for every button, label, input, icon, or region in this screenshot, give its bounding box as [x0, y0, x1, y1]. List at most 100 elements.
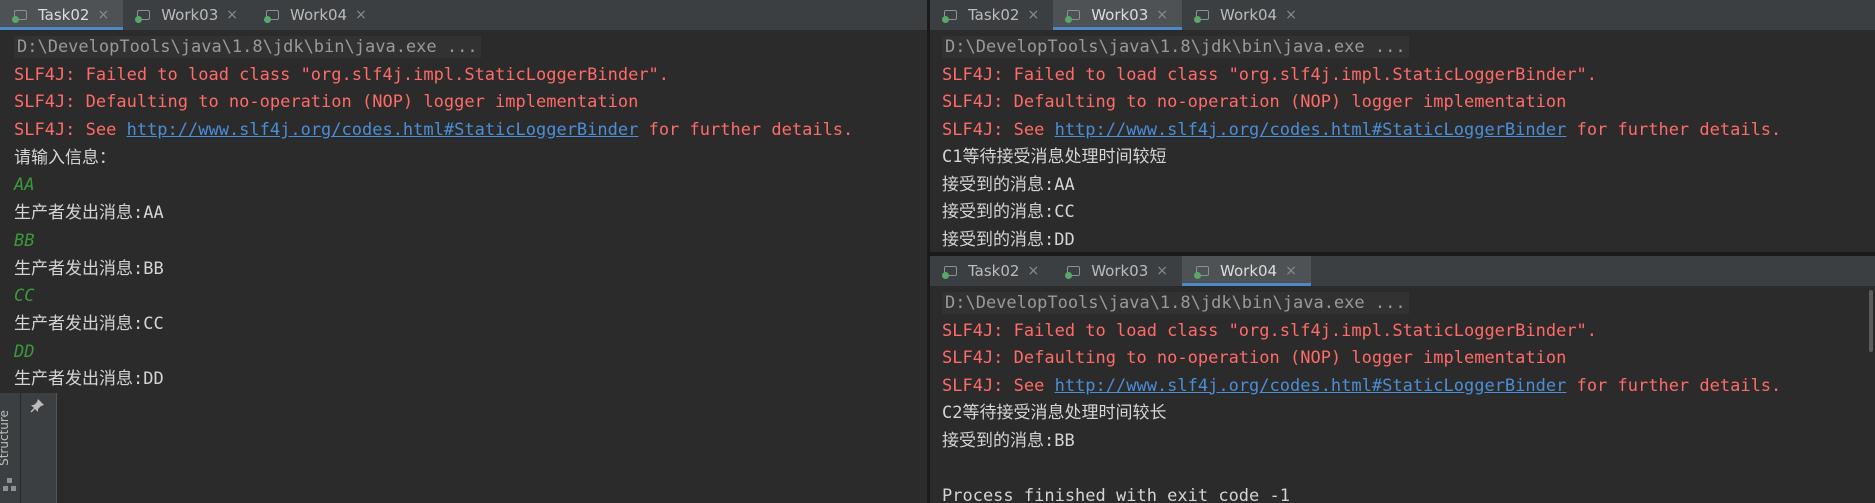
- left-run-tabbar: Task02 × Work03 × Work04 ×: [0, 0, 927, 31]
- structure-icon: [3, 478, 16, 492]
- close-icon[interactable]: ×: [355, 7, 367, 23]
- console-line: SLF4J: Defaulting to no-operation (NOP) …: [14, 89, 927, 117]
- console-link[interactable]: http://www.slf4j.org/codes.html#StaticLo…: [127, 120, 639, 140]
- console-output[interactable]: D:\DevelopTools\java\1.8\jdk\bin\java.ex…: [930, 31, 1875, 252]
- console-text: 请输入信息：: [14, 147, 116, 168]
- tab-task02[interactable]: Task02 ×: [930, 0, 1053, 30]
- structure-tool-button[interactable]: Structure: [0, 405, 20, 475]
- console-command: D:\DevelopTools\java\1.8\jdk\bin\java.ex…: [14, 36, 481, 58]
- console-error-text: SLF4J: Failed to load class "org.slf4j.i…: [942, 320, 1598, 341]
- console-text: for further details.: [1566, 119, 1782, 140]
- run-config-icon: [1194, 264, 1212, 279]
- console-text: C1等待接受消息处理时间较短: [942, 147, 1167, 167]
- tab-work04[interactable]: Work04 ×: [1182, 0, 1311, 30]
- console-text: 接受到的消息:AA: [942, 174, 1075, 195]
- tab-label: Work04: [290, 6, 348, 24]
- console-output[interactable]: D:\DevelopTools\java\1.8\jdk\bin\java.ex…: [930, 287, 1875, 503]
- right-bottom-run-pane: Task02 × Work03 × Work04 × D:\DevelopToo…: [930, 256, 1875, 503]
- run-config-icon: [1065, 8, 1083, 23]
- console-error-text: SLF4J: Defaulting to no-operation (NOP) …: [942, 348, 1567, 368]
- console-line: 请输入信息：: [14, 145, 927, 173]
- tab-label: Work03: [1091, 262, 1149, 280]
- run-config-icon: [942, 264, 960, 279]
- console-line: SLF4J: Failed to load class "org.slf4j.i…: [942, 318, 1875, 346]
- tab-label: Work04: [1220, 6, 1278, 24]
- right-top-run-pane: Task02 × Work03 × Work04 × D:\DevelopToo…: [930, 0, 1875, 252]
- console-line: SLF4J: See http://www.slf4j.org/codes.ht…: [14, 117, 927, 145]
- tab-work04[interactable]: Work04 ×: [1182, 256, 1311, 286]
- run-config-icon: [264, 8, 282, 23]
- pin-icon[interactable]: [29, 398, 45, 414]
- tab-task02[interactable]: Task02 ×: [930, 256, 1053, 286]
- console-command: D:\DevelopTools\java\1.8\jdk\bin\java.ex…: [942, 292, 1409, 314]
- console-text: 生产者发出消息:AA: [14, 203, 164, 224]
- console-error-text: SLF4J: Failed to load class "org.slf4j.i…: [14, 64, 670, 85]
- tab-label: Work03: [1091, 6, 1149, 24]
- close-icon[interactable]: ×: [97, 7, 109, 23]
- close-icon[interactable]: ×: [1285, 263, 1297, 279]
- console-text: 生产者发出消息:CC: [14, 313, 164, 334]
- console-line: D:\DevelopTools\java\1.8\jdk\bin\java.ex…: [14, 34, 927, 62]
- console-line: SLF4J: See http://www.slf4j.org/codes.ht…: [942, 373, 1875, 401]
- right-bottom-run-tabbar: Task02 × Work03 × Work04 ×: [930, 256, 1875, 287]
- console-line: 生产者发出消息:CC: [14, 311, 927, 339]
- console-text: SLF4J: See: [942, 119, 1055, 140]
- close-icon[interactable]: ×: [1027, 7, 1039, 23]
- tab-label: Work03: [161, 6, 219, 24]
- console-line: SLF4J: Defaulting to no-operation (NOP) …: [942, 89, 1875, 117]
- console-error-text: SLF4J: Failed to load class "org.slf4j.i…: [942, 64, 1598, 85]
- console-line: DD: [14, 339, 927, 367]
- close-icon[interactable]: ×: [1156, 7, 1168, 23]
- tab-label: Task02: [968, 6, 1020, 24]
- console-error-text: SLF4J: Defaulting to no-operation (NOP) …: [14, 92, 639, 113]
- tab-work03[interactable]: Work03 ×: [1053, 0, 1183, 30]
- tab-work04[interactable]: Work04 ×: [252, 0, 381, 30]
- tab-work03[interactable]: Work03 ×: [1053, 256, 1182, 286]
- left-run-pane: Task02 × Work03 × Work04 × D:\DevelopToo…: [0, 0, 927, 393]
- run-config-icon: [1065, 264, 1083, 279]
- console-text: SLF4J: See: [942, 375, 1055, 396]
- console-line: 接受到的消息:CC: [942, 199, 1875, 227]
- tab-work03[interactable]: Work03 ×: [123, 0, 252, 30]
- console-text: for further details.: [638, 120, 854, 141]
- run-config-icon: [12, 8, 30, 23]
- console-text: Process finished with exit code -1: [942, 485, 1290, 503]
- console-link[interactable]: http://www.slf4j.org/codes.html#StaticLo…: [1055, 120, 1567, 140]
- console-link[interactable]: http://www.slf4j.org/codes.html#StaticLo…: [1055, 376, 1567, 396]
- console-output[interactable]: D:\DevelopTools\java\1.8\jdk\bin\java.ex…: [0, 31, 927, 393]
- close-icon[interactable]: ×: [226, 7, 238, 23]
- structure-panel: [21, 393, 927, 503]
- console-line: C2等待接受消息处理时间较长: [942, 400, 1875, 428]
- scrollbar-thumb[interactable]: [1869, 290, 1873, 352]
- tab-task02[interactable]: Task02 ×: [0, 0, 124, 30]
- console-input-echo: AA: [14, 175, 35, 196]
- structure-label: Structure: [0, 410, 11, 466]
- console-error-text: SLF4J: Defaulting to no-operation (NOP) …: [942, 92, 1567, 112]
- close-icon[interactable]: ×: [1285, 7, 1297, 23]
- console-line: 接受到的消息:BB: [942, 428, 1875, 456]
- console-text: SLF4J: See: [14, 120, 127, 141]
- console-input-echo: BB: [14, 230, 35, 251]
- tab-label: Task02: [38, 6, 90, 24]
- console-line: 接受到的消息:DD: [942, 227, 1875, 253]
- console-text: 生产者发出消息:DD: [14, 369, 164, 390]
- console-text: C2等待接受消息处理时间较长: [942, 403, 1167, 423]
- console-text: 接受到的消息:CC: [942, 202, 1075, 222]
- right-top-run-tabbar: Task02 × Work03 × Work04 ×: [930, 0, 1875, 31]
- console-line: CC: [14, 283, 927, 311]
- console-text: for further details.: [1566, 375, 1782, 396]
- console-line: C1等待接受消息处理时间较短: [942, 144, 1875, 172]
- console-line: 生产者发出消息:BB: [14, 256, 927, 284]
- tab-label: Task02: [968, 262, 1020, 280]
- console-line: D:\DevelopTools\java\1.8\jdk\bin\java.ex…: [942, 290, 1875, 318]
- close-icon[interactable]: ×: [1027, 263, 1039, 279]
- close-icon[interactable]: ×: [1156, 263, 1168, 279]
- console-line: SLF4J: Defaulting to no-operation (NOP) …: [942, 345, 1875, 373]
- console-line: SLF4J: See http://www.slf4j.org/codes.ht…: [942, 117, 1875, 145]
- console-text: 接受到的消息:DD: [942, 229, 1075, 250]
- console-input-echo: DD: [14, 341, 35, 362]
- console-text: 生产者发出消息:BB: [14, 258, 164, 279]
- console-text: 接受到的消息:BB: [942, 430, 1075, 451]
- console-line: Process finished with exit code -1: [942, 483, 1875, 503]
